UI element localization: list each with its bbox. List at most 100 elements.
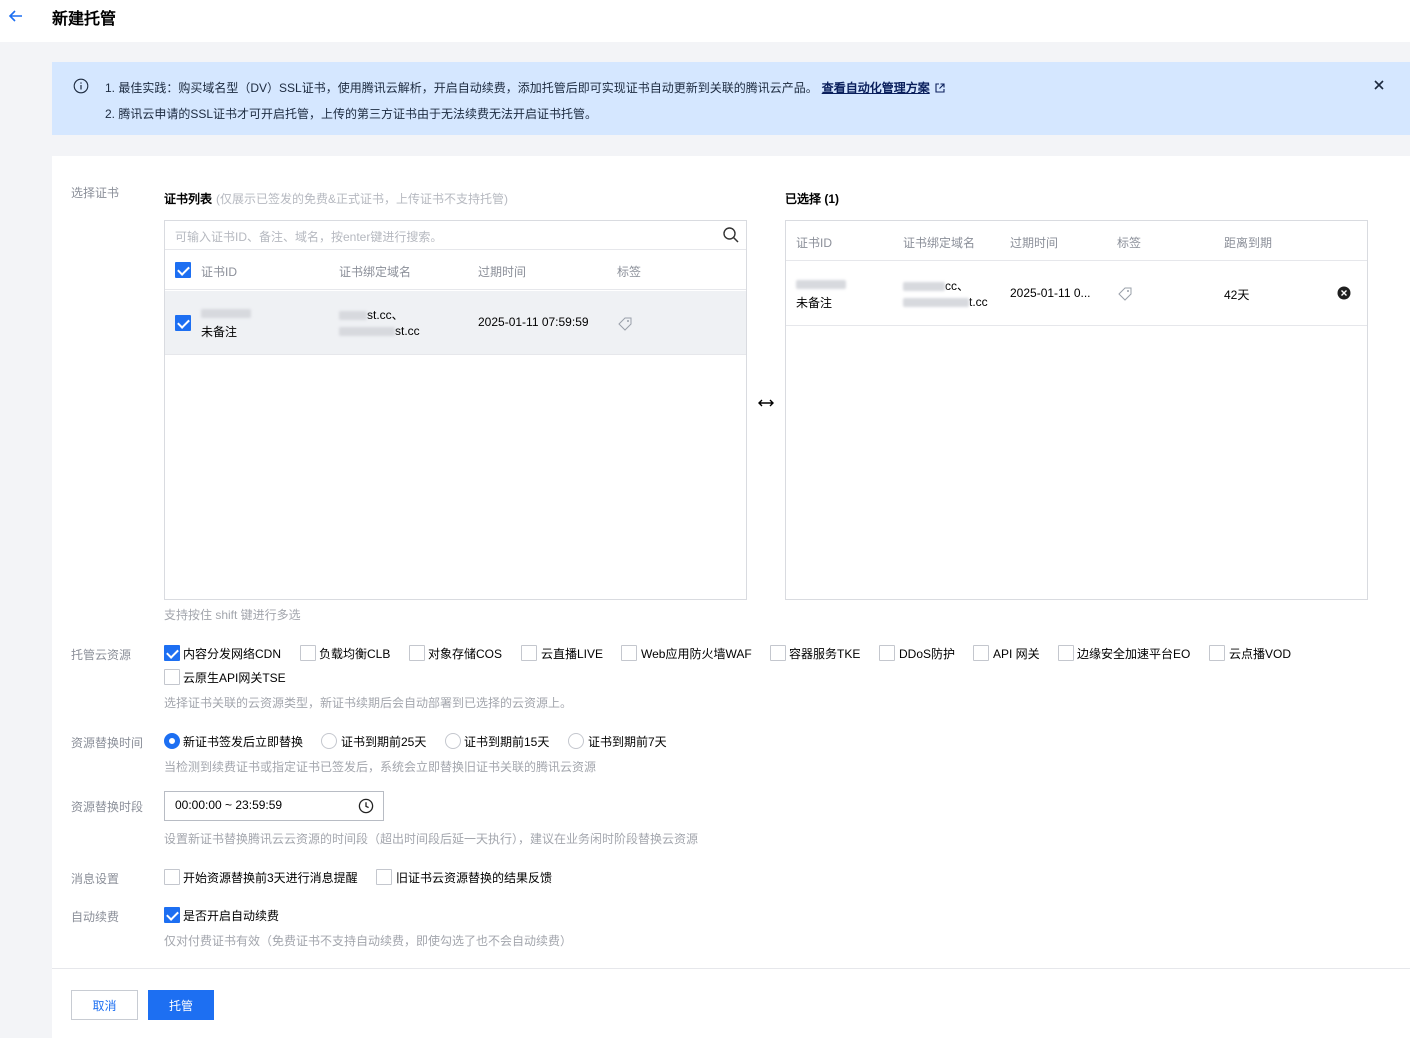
time-range-picker[interactable]: 00:00:00 ~ 23:59:59 (164, 791, 384, 821)
col-domain: 证书绑定域名 (339, 265, 412, 279)
label-eo[interactable]: 边缘安全加速平台EO (1077, 645, 1190, 662)
label-7-days[interactable]: 证书到期前7天 (588, 733, 667, 750)
main-panel: 选择证书 证书列表 (仅展示已签发的免费&正式证书，上传证书不支持托管) 可输入证… (52, 156, 1410, 1038)
sel-domain-line-2: t.cc (903, 295, 988, 309)
sel-expiry-time: 2025-01-11 0... (1010, 286, 1091, 300)
label-api-gateway[interactable]: API 网关 (993, 645, 1040, 662)
checkbox-remind-3-days[interactable] (164, 869, 180, 885)
checkbox-cos[interactable] (409, 645, 425, 661)
message-label: 消息设置 (71, 872, 120, 886)
domain-line-1: st.cc、 (339, 306, 404, 323)
remove-circle-icon[interactable] (1337, 286, 1351, 300)
close-icon[interactable] (1372, 78, 1386, 92)
selected-list-header: 证书ID 证书绑定域名 过期时间 标签 距离到期 (786, 221, 1367, 261)
submit-button[interactable]: 托管 (148, 990, 214, 1020)
label-cos[interactable]: 对象存储COS (428, 645, 502, 662)
replace-time-label: 资源替换时间 (71, 736, 144, 750)
sel-col-tag: 标签 (1117, 236, 1142, 250)
checkbox-waf[interactable] (621, 645, 637, 661)
label-25-days[interactable]: 证书到期前25天 (341, 733, 426, 750)
label-clb[interactable]: 负载均衡CLB (319, 645, 390, 662)
selected-list-box: 证书ID 证书绑定域名 过期时间 标签 距离到期 未备注 cc、 t.cc 20… (785, 220, 1368, 600)
checkbox-clb[interactable] (300, 645, 316, 661)
cert-list-heading: 证书列表 (仅展示已签发的免费&正式证书，上传证书不支持托管) (164, 190, 508, 207)
select-all-checkbox[interactable] (175, 262, 191, 278)
sel-col-domain: 证书绑定域名 (903, 236, 976, 250)
time-range-value: 00:00:00 ~ 23:59:59 (175, 798, 283, 812)
notice-line-1: 1. 最佳实践：购买域名型（DV）SSL证书，使用腾讯云解析，开启自动续费，添加… (105, 79, 945, 96)
cert-list-subtitle: (仅展示已签发的免费&正式证书，上传证书不支持托管) (216, 192, 509, 206)
domain-line-2: st.cc (339, 324, 420, 338)
checkbox-live[interactable] (521, 645, 537, 661)
radio-immediate[interactable] (164, 733, 180, 749)
radio-25-days[interactable] (321, 733, 337, 749)
automation-plan-link[interactable]: 查看自动化管理方案 (822, 81, 930, 95)
label-vod[interactable]: 云点播VOD (1229, 645, 1291, 662)
replace-time-hint: 当检测到续费证书或指定证书已签发后，系统会立即替换旧证书关联的腾讯云资源 (164, 760, 597, 774)
page-title: 新建托管 (52, 11, 117, 28)
transfer-arrows-icon (758, 399, 774, 407)
col-expiry: 过期时间 (478, 265, 527, 279)
notice-line-2: 2. 腾讯云申请的SSL证书才可开启托管，上传的第三方证书由于无法续费无法开启证… (105, 107, 598, 121)
checkbox-eo[interactable] (1058, 645, 1074, 661)
label-waf[interactable]: Web应用防火墙WAF (641, 645, 752, 662)
col-tag: 标签 (617, 265, 642, 279)
search-placeholder: 可输入证书ID、备注、域名，按enter键进行搜索。 (175, 230, 443, 244)
replace-window-hint: 设置新证书替换腾讯云云资源的时间段（超出时间段后延一天执行），建议在业务闲时阶段… (164, 832, 699, 846)
label-auto-renew[interactable]: 是否开启自动续费 (183, 907, 279, 924)
cert-note: 未备注 (201, 325, 238, 339)
notice-line-1-text: 1. 最佳实践：购买域名型（DV）SSL证书，使用腾讯云解析，开启自动续费，添加… (105, 81, 818, 95)
sel-tag-icon[interactable] (1117, 286, 1133, 302)
col-cert-id: 证书ID (201, 265, 238, 279)
sel-days-left: 42天 (1224, 288, 1250, 302)
footer-divider (52, 968, 1410, 969)
sel-cert-note: 未备注 (796, 296, 833, 310)
checkbox-result-feedback[interactable] (376, 869, 392, 885)
checkbox-tse[interactable] (164, 669, 180, 685)
info-icon (73, 78, 89, 94)
label-live[interactable]: 云直播LIVE (541, 645, 603, 662)
cert-id-blurred (201, 306, 251, 320)
auto-renew-hint: 仅对付费证书有效（免费证书不支持自动续费，即使勾选了也不会自动续费） (164, 934, 573, 948)
checkbox-ddos[interactable] (879, 645, 895, 661)
tag-icon[interactable] (617, 316, 633, 332)
select-cert-label: 选择证书 (71, 186, 120, 200)
selected-title: 已选择 (1) (785, 192, 840, 206)
back-arrow-icon[interactable] (6, 6, 26, 26)
label-result-feedback[interactable]: 旧证书云资源替换的结果反馈 (396, 869, 552, 886)
label-15-days[interactable]: 证书到期前15天 (464, 733, 549, 750)
table-row[interactable]: 未备注 st.cc、 st.cc 2025-01-11 07:59:59 (165, 291, 746, 355)
label-tse[interactable]: 云原生API网关TSE (183, 669, 286, 686)
label-remind-3-days[interactable]: 开始资源替换前3天进行消息提醒 (183, 869, 358, 886)
auto-renew-label: 自动续费 (71, 910, 120, 924)
shift-hint: 支持按住 shift 键进行多选 (164, 608, 301, 622)
cert-list-box: 可输入证书ID、备注、域名，按enter键进行搜索。 证书ID 证书绑定域名 过… (164, 220, 747, 600)
checkbox-vod[interactable] (1209, 645, 1225, 661)
cancel-button[interactable]: 取消 (71, 990, 138, 1020)
radio-15-days[interactable] (445, 733, 461, 749)
sel-col-expiry: 过期时间 (1010, 236, 1059, 250)
expiry-time: 2025-01-11 07:59:59 (478, 315, 589, 329)
sel-domain-line-1: cc、 (903, 277, 969, 294)
checkbox-auto-renew[interactable] (164, 907, 180, 923)
resources-label: 托管云资源 (71, 648, 132, 662)
label-cdn[interactable]: 内容分发网络CDN (183, 645, 281, 662)
cert-search-input[interactable]: 可输入证书ID、备注、域名，按enter键进行搜索。 (165, 221, 746, 250)
clock-icon (358, 798, 374, 814)
external-link-icon[interactable] (935, 83, 945, 93)
notice-banner: 1. 最佳实践：购买域名型（DV）SSL证书，使用腾讯云解析，开启自动续费，添加… (52, 62, 1410, 135)
resources-hint: 选择证书关联的云资源类型，新证书续期后会自动部署到已选择的云资源上。 (164, 696, 573, 710)
checkbox-cdn[interactable] (164, 645, 180, 661)
top-bar: 新建托管 (0, 0, 1410, 42)
label-tke[interactable]: 容器服务TKE (789, 645, 860, 662)
search-icon[interactable] (722, 226, 740, 244)
sel-col-cert-id: 证书ID (796, 236, 833, 250)
row-checkbox[interactable] (175, 315, 191, 331)
sel-cert-id-blurred (796, 277, 846, 291)
checkbox-tke[interactable] (770, 645, 786, 661)
label-ddos[interactable]: DDoS防护 (899, 645, 955, 662)
label-immediate[interactable]: 新证书签发后立即替换 (183, 733, 303, 750)
radio-7-days[interactable] (568, 733, 584, 749)
checkbox-api-gateway[interactable] (973, 645, 989, 661)
replace-window-label: 资源替换时段 (71, 800, 144, 814)
